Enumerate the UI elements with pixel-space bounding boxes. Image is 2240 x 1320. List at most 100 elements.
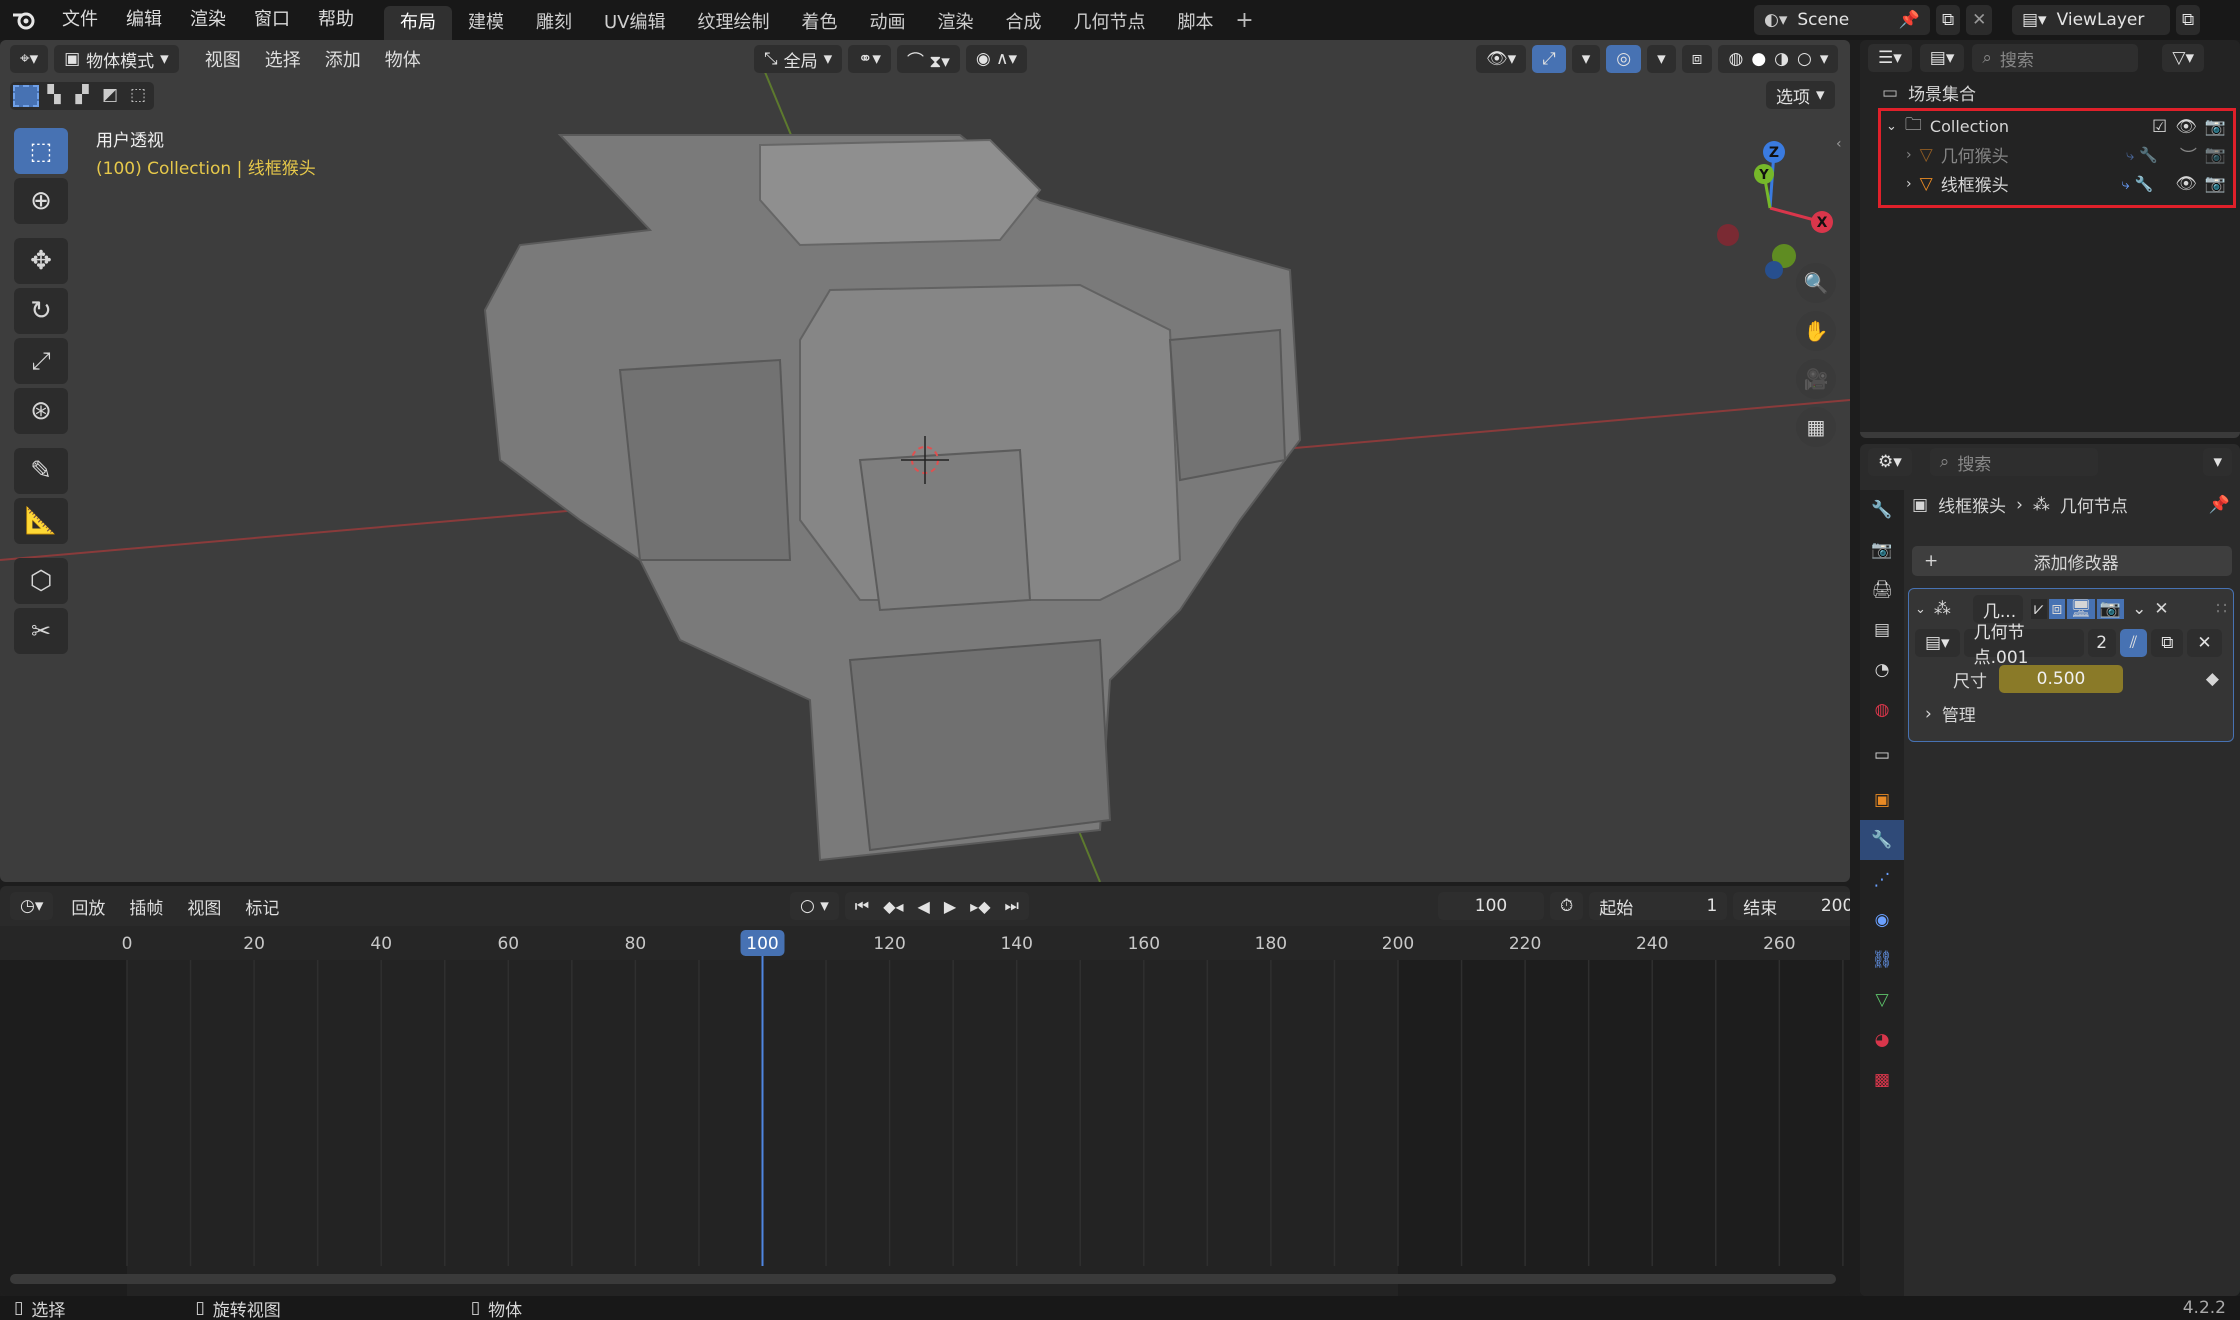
add-workspace-icon[interactable]: + <box>1230 0 1260 40</box>
pan-hand-icon[interactable]: ✋ <box>1796 311 1836 351</box>
eye-icon[interactable]: ︶ <box>2180 142 2197 167</box>
viewlayer-selector[interactable]: ▤▾ ViewLayer ⧉ <box>2012 5 2201 35</box>
play-reverse-icon[interactable]: ◀ <box>918 897 930 916</box>
chevron-down-icon[interactable]: ⌄ <box>1915 602 1926 617</box>
viewport-menu-1[interactable]: 选择 <box>253 46 313 72</box>
delete-scene-button[interactable]: ✕ <box>1966 5 1993 35</box>
remove-modifier-icon[interactable]: ✕ <box>2154 599 2168 619</box>
timeline-menu-1[interactable]: 插帧 <box>117 894 175 919</box>
workspace-tab-6[interactable]: 动画 <box>854 6 922 40</box>
add-modifier-button[interactable]: + 添加修改器 <box>1912 546 2232 576</box>
workspace-tab-10[interactable]: 脚本 <box>1162 6 1230 40</box>
edit-mode-toggle-icon[interactable]: ⩗ <box>2030 599 2047 619</box>
cursor-tool[interactable]: ⊕ <box>14 178 68 224</box>
prev-keyframe-icon[interactable]: ◆◂ <box>883 897 903 916</box>
workspace-tab-4[interactable]: 纹理绘制 <box>682 6 786 40</box>
collection-row[interactable]: ⌄ 🗀 Collection ☑ 👁 📷 <box>1886 112 2226 141</box>
menu-3[interactable]: 窗口 <box>240 0 304 40</box>
outliner-scrollbar[interactable] <box>1860 432 2240 438</box>
snap-toggle[interactable]: ⌒ ⧗▾ <box>896 45 960 73</box>
tool-tab-icon[interactable]: 🔧 <box>1860 490 1904 530</box>
outliner-object-row[interactable]: › ▽ 线框猴头 ⤷ 🔧 👁 📷 <box>1906 169 2226 198</box>
render-tab-icon[interactable]: 📷 <box>1860 530 1904 570</box>
properties-editor[interactable]: ⚙▾ ⌕ 搜索 ▾ 🔧 📷 🖨 ▤ ◔ ◍ ▭ ▣ 🔧 ⋰ ◉ ⛓ ▽ ◕ ▩ … <box>1860 444 2240 1296</box>
shading-buttons[interactable]: ◍ ● ◑ ○ ▾ <box>1718 45 1839 73</box>
viewport-toggle-icon[interactable]: 🖥 <box>2067 599 2095 619</box>
rendered-shading-icon[interactable]: ○ <box>1797 49 1812 69</box>
users-count[interactable]: 2 <box>2087 629 2116 657</box>
chevron-down-icon[interactable]: ⌄ <box>1886 119 1897 134</box>
drag-handle-icon[interactable]: ∷ <box>2216 599 2227 619</box>
scene-tab-icon[interactable]: ◔ <box>1860 650 1904 690</box>
object-tab-icon[interactable]: ▣ <box>1860 780 1904 820</box>
zoom-icon[interactable]: 🔍 <box>1796 263 1836 303</box>
size-value-field[interactable]: 0.500 <box>1999 665 2123 693</box>
blender-logo-icon[interactable] <box>0 0 48 40</box>
sidebar-toggle-icon[interactable]: ‹ <box>1836 136 1842 152</box>
render-camera-icon[interactable]: 📷 <box>2205 117 2226 137</box>
world-tab-icon[interactable]: ◍ <box>1860 690 1904 730</box>
cage-toggle-icon[interactable]: ⧈ <box>2048 599 2066 619</box>
duplicate-icon[interactable]: ⧉ <box>2151 629 2184 657</box>
play-icon[interactable]: ▶ <box>944 897 956 916</box>
render-camera-icon[interactable]: 📷 <box>2205 174 2226 194</box>
start-frame-field[interactable]: 起始 1 <box>1589 892 1728 920</box>
transform-affect-tool[interactable]: ✂ <box>14 608 68 654</box>
outliner-object-row[interactable]: › ▽ 几何猴头 ⤷ 🔧 ︶ 📷 <box>1906 140 2226 169</box>
chevron-right-icon[interactable]: › <box>1906 176 1912 192</box>
render-toggle-icon[interactable]: 📷 <box>2096 599 2125 619</box>
pin-icon[interactable]: 📌 <box>2209 495 2230 515</box>
scale-tool[interactable]: ⤢ <box>14 338 68 384</box>
xray-toggle[interactable]: ⧈ <box>1681 45 1713 73</box>
orientation-dropdown[interactable]: ⤡ 全局 ▾ <box>754 45 843 73</box>
next-keyframe-icon[interactable]: ▸◆ <box>970 897 990 916</box>
workspace-tab-1[interactable]: 建模 <box>452 6 520 40</box>
visibility-dropdown[interactable]: 👁▾ <box>1476 45 1527 73</box>
outliner-search-input[interactable]: ⌕ 搜索 <box>1972 44 2139 72</box>
manage-subpanel[interactable]: › 管理 <box>1925 701 1976 727</box>
workspace-tab-5[interactable]: 着色 <box>786 6 854 40</box>
preview-range-icon[interactable]: ⏱ <box>1550 892 1584 920</box>
workspace-tab-2[interactable]: 雕刻 <box>520 6 588 40</box>
3d-viewport[interactable]: ⌖▾ ▣ 物体模式 ▾ 视图 选择 添加 物体 ⤡ 全局 ▾ ⚭▾ ⌒ ⧗▾ ◉ ∧▾ 👁… <box>0 40 1850 882</box>
select-invert-icon[interactable]: ◩ <box>97 85 123 107</box>
modifier-tab-icon[interactable]: 🔧 <box>1860 820 1904 860</box>
outliner[interactable]: ☰▾ ▤▾ ⌕ 搜索 ▽▾ ▭ 场景集合 ⌄ 🗀 Collection ☑ 👁 … <box>1860 40 2240 438</box>
auto-keying-toggle[interactable]: ○ ▾ <box>790 892 839 920</box>
outliner-editor-type-button[interactable]: ☰▾ <box>1868 44 1912 72</box>
current-frame-field[interactable]: 100 <box>1438 892 1544 920</box>
workspace-tab-7[interactable]: 渲染 <box>922 6 990 40</box>
new-viewlayer-button[interactable]: ⧉ <box>2176 5 2201 35</box>
workspace-tab-8[interactable]: 合成 <box>990 6 1058 40</box>
camera-view-icon[interactable]: 🎥 <box>1796 359 1836 399</box>
jump-end-icon[interactable]: ⏭ <box>1005 896 1019 916</box>
menu-2[interactable]: 渲染 <box>176 0 240 40</box>
timeline-editor[interactable]: ◷▾ 回放 插帧 视图 标记 ○ ▾ ⏮ ◆◂ ◀ ▶ ▸◆ ⏭ 100 ⏱ 起始 1… <box>0 886 1850 1296</box>
pivot-dropdown[interactable]: ⚭▾ <box>848 45 891 73</box>
select-new-icon[interactable] <box>13 85 39 107</box>
workspace-tab-0[interactable]: 布局 <box>384 6 452 40</box>
select-subtract-icon[interactable]: ▞ <box>69 85 95 107</box>
viewport-menu-0[interactable]: 视图 <box>193 46 253 72</box>
constraints-tab-icon[interactable]: ⛓ <box>1860 940 1904 980</box>
mode-dropdown[interactable]: ▣ 物体模式 ▾ <box>54 45 179 73</box>
menu-0[interactable]: 文件 <box>48 0 112 40</box>
gizmo-toggle[interactable]: ⤢ <box>1532 45 1566 73</box>
collection-checkbox[interactable]: ☑ <box>2152 117 2167 137</box>
pin-icon[interactable]: 📌 <box>1899 5 1920 35</box>
node-group-browse-button[interactable]: ▤▾ <box>1915 629 1960 657</box>
measure-tool[interactable]: 📐 <box>14 498 68 544</box>
keyframe-icon[interactable]: ◆ <box>2206 669 2227 689</box>
solid-shading-icon[interactable]: ● <box>1751 49 1766 69</box>
overlay-toggle[interactable]: ◎ <box>1606 45 1642 73</box>
menu-1[interactable]: 编辑 <box>112 0 176 40</box>
transform-tool[interactable]: ⊛ <box>14 388 68 434</box>
scene-collection-row[interactable]: ▭ 场景集合 <box>1882 80 1976 106</box>
select-box-tool[interactable]: ⬚ <box>14 128 68 174</box>
timeline-editor-type-button[interactable]: ◷▾ <box>10 892 54 920</box>
chevron-right-icon[interactable]: › <box>1906 147 1912 163</box>
render-camera-icon[interactable]: 📷 <box>2205 145 2226 165</box>
timeline-menu-2[interactable]: 视图 <box>175 894 233 919</box>
workspace-tab-9[interactable]: 几何节点 <box>1058 6 1162 40</box>
filter-icon[interactable]: ▽▾ <box>2162 44 2204 72</box>
